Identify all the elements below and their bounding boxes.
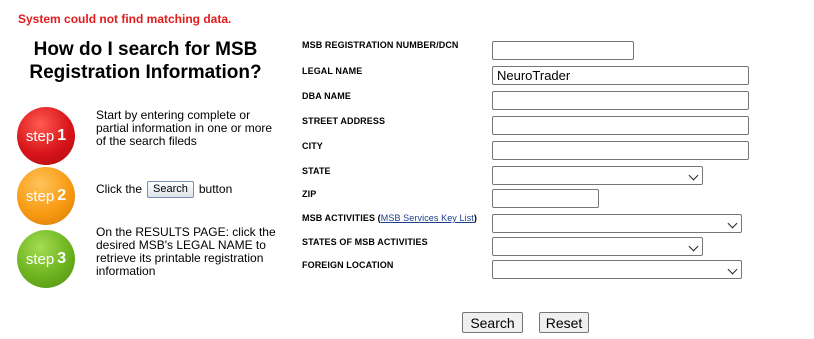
step-1-word: step [25,127,55,145]
step-3-number: 3 [57,250,67,267]
foreign-location-label: FOREIGN LOCATION [302,260,394,270]
step-1-text: Start by entering complete or partial in… [96,108,273,148]
step-2-icon: step 2 [17,167,75,225]
street-address-input[interactable] [492,116,749,135]
city-label: CITY [302,141,323,151]
chevron-down-icon [727,218,738,229]
street-address-label: STREET ADDRESS [302,116,386,126]
step-2-word: step [25,187,55,205]
chevron-down-icon [688,241,699,252]
states-of-msb-activities-label: STATES OF MSB ACTIVITIES [302,237,428,247]
page-heading: How do I search for MSB Registration Inf… [29,39,262,83]
msb-services-key-list-link[interactable]: MSB Services Key List [381,213,474,223]
step-3-text: On the RESULTS PAGE: click the desired M… [96,225,276,278]
chevron-down-icon [727,264,738,275]
zip-label: ZIP [302,189,317,199]
legal-name-input[interactable]: NeuroTrader [492,66,749,85]
states-of-msb-activities-select[interactable] [492,237,703,256]
msb-registration-number-input[interactable] [492,41,634,60]
step-3-word: step [25,250,55,268]
reset-button[interactable]: Reset [539,312,589,333]
step-3-icon: step 3 [17,230,75,288]
msb-activities-label: MSB ACTIVITIES (MSB Services Key List) [302,213,478,223]
state-label: STATE [302,166,331,176]
step-2-search-button-image: Search [147,181,194,198]
zip-input[interactable] [492,189,599,208]
dba-name-input[interactable] [492,91,749,110]
foreign-location-select[interactable] [492,260,742,279]
state-select[interactable] [492,166,703,185]
msb-registration-number-label: MSB REGISTRATION NUMBER/DCN [302,40,459,50]
step-1-number: 1 [57,127,67,144]
chevron-down-icon [688,170,699,181]
step-2-number: 2 [57,187,67,204]
msb-activities-label-text: MSB ACTIVITIES [302,213,376,223]
search-button[interactable]: Search [462,312,523,333]
legal-name-label: LEGAL NAME [302,66,363,76]
step-2-text-after: button [198,182,233,196]
dba-name-label: DBA NAME [302,91,351,101]
city-input[interactable] [492,141,749,160]
step-1-icon: step 1 [17,107,75,165]
step-2-text-before: Click the [96,182,143,196]
error-message: System could not find matching data. [18,12,232,26]
msb-activities-select[interactable] [492,214,742,233]
step-2-text: Click the Search button [96,181,281,198]
